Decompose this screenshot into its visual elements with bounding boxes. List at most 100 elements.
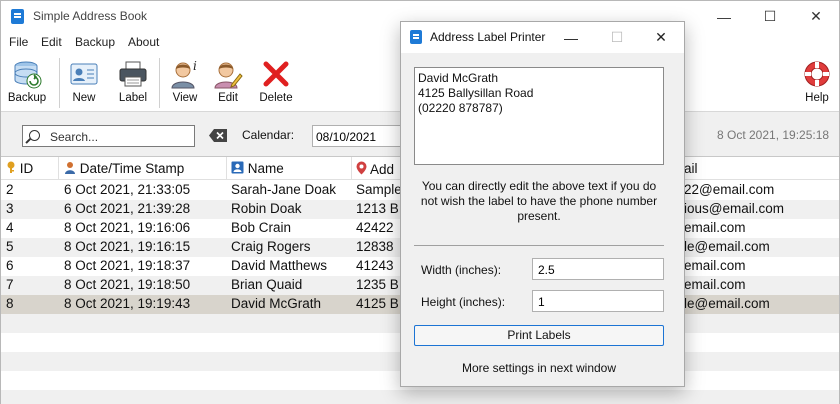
close-button[interactable]: ✕ (793, 1, 839, 32)
cell-date: 8 Oct 2021, 19:18:50 (64, 277, 191, 292)
menu-edit[interactable]: Edit (41, 35, 62, 49)
delete-x-icon (260, 58, 292, 90)
cell-name: Brian Quaid (231, 277, 303, 292)
cell-email: email.com (684, 220, 746, 235)
cell-email: email.com (684, 258, 746, 273)
header-date-label: Date/Time Stamp (79, 161, 185, 176)
cell-address: 4125 B (356, 296, 399, 311)
cell-address: 41243 (356, 258, 394, 273)
database-backup-icon (11, 58, 43, 90)
height-label: Height (inches): (421, 295, 506, 309)
header-name[interactable]: Name (231, 161, 284, 176)
toolbar-separator (59, 58, 60, 108)
person-edit-icon (212, 58, 244, 90)
header-name-label: Name (247, 161, 284, 176)
minimize-button[interactable]: — (701, 1, 747, 32)
more-settings-note: More settings in next window (461, 361, 617, 375)
address-book-icon (11, 9, 24, 24)
header-id[interactable]: ID (6, 161, 33, 176)
cell-date: 6 Oct 2021, 21:39:28 (64, 201, 191, 216)
window-title: Simple Address Book (33, 9, 148, 23)
clear-search-icon[interactable] (208, 128, 228, 143)
cell-date: 8 Oct 2021, 19:18:37 (64, 258, 191, 273)
cell-address: 42422 (356, 220, 394, 235)
cell-id: 3 (6, 201, 14, 216)
header-id-label: ID (19, 161, 34, 176)
edit-label: Edit (218, 92, 238, 104)
search-placeholder: Search... (50, 130, 99, 144)
current-timestamp: 8 Oct 2021, 19:25:18 (717, 128, 830, 142)
cell-date: 6 Oct 2021, 21:33:05 (64, 182, 191, 197)
column-separator (351, 157, 352, 180)
header-email-label: ail (684, 161, 698, 176)
cell-id: 5 (6, 239, 14, 254)
header-address-label: Add (370, 162, 395, 177)
label-button[interactable]: Label (113, 58, 153, 110)
dialog-maximize-button[interactable]: ☐ (594, 22, 640, 53)
maximize-button[interactable]: ☐ (747, 1, 793, 32)
dialog-title: Address Label Printer (430, 30, 546, 44)
contact-icon (231, 161, 244, 174)
cell-address: 1235 B (356, 277, 399, 292)
cell-name: David McGrath (231, 296, 322, 311)
menu-backup[interactable]: Backup (75, 35, 115, 49)
cell-name: Robin Doak (231, 201, 302, 216)
cell-date: 8 Oct 2021, 19:16:06 (64, 220, 191, 235)
lifebuoy-icon (801, 58, 833, 90)
backup-button[interactable]: Backup (5, 58, 49, 110)
label-printer-dialog: Address Label Printer — ☐ ✕ David McGrat… (400, 21, 685, 387)
calendar-label: Calendar: (242, 128, 295, 142)
toolbar-separator (159, 58, 160, 108)
person-icon (65, 162, 75, 174)
cell-id: 2 (6, 182, 14, 197)
cell-address: Sample (356, 182, 400, 197)
edit-button[interactable]: Edit (211, 58, 245, 110)
cell-email: email.com (684, 277, 746, 292)
main-window: Simple Address Book — ☐ ✕ File Edit Back… (0, 0, 840, 404)
printer-icon (117, 58, 149, 90)
dialog-close-button[interactable]: ✕ (638, 22, 684, 53)
column-separator (226, 157, 227, 180)
view-label: View (172, 92, 198, 104)
label-label: Label (118, 92, 148, 104)
width-label: Width (inches): (421, 263, 502, 277)
cell-id: 4 (6, 220, 14, 235)
cell-id: 7 (6, 277, 14, 292)
column-separator (58, 157, 59, 180)
cell-email: 22@email.com (684, 182, 775, 197)
cell-date: 8 Oct 2021, 19:16:15 (64, 239, 191, 254)
cell-email: ious@email.com (684, 201, 784, 216)
view-button[interactable]: i View (167, 58, 203, 110)
height-field[interactable]: 1 (532, 290, 664, 312)
label-text-area[interactable]: David McGrath 4125 Ballysillan Road (022… (414, 67, 664, 165)
header-date[interactable]: Date/Time Stamp (64, 161, 184, 176)
key-icon (7, 161, 15, 173)
dialog-minimize-button[interactable]: — (548, 22, 594, 53)
cell-address: 1213 B (356, 201, 399, 216)
search-icon (29, 130, 40, 141)
delete-button[interactable]: Delete (253, 58, 299, 110)
help-button[interactable]: Help (799, 58, 835, 110)
header-address[interactable]: Add (356, 161, 394, 177)
menu-about[interactable]: About (128, 35, 159, 49)
cell-id: 8 (6, 296, 14, 311)
backup-label: Backup (7, 92, 47, 104)
calendar-date-field[interactable]: 08/10/2021 (312, 125, 402, 147)
contact-card-icon (68, 58, 100, 90)
print-labels-button[interactable]: Print Labels (414, 325, 664, 346)
width-field[interactable]: 2.5 (532, 258, 664, 280)
menu-file[interactable]: File (9, 35, 28, 49)
cell-email: le@email.com (684, 239, 770, 254)
cell-date: 8 Oct 2021, 19:19:43 (64, 296, 191, 311)
new-button[interactable]: New (65, 58, 103, 110)
header-email[interactable]: ail (684, 161, 698, 176)
person-info-icon: i (169, 58, 201, 90)
search-input[interactable]: Search... (22, 125, 195, 147)
dialog-title-bar: Address Label Printer — ☐ ✕ (401, 22, 684, 53)
help-label: Help (805, 92, 829, 104)
edit-hint: You can directly edit the above text if … (420, 179, 658, 223)
cell-name: Sarah-Jane Doak (231, 182, 337, 197)
location-pin-icon (356, 161, 367, 175)
cell-email: le@email.com (684, 296, 770, 311)
cell-name: David Matthews (231, 258, 328, 273)
